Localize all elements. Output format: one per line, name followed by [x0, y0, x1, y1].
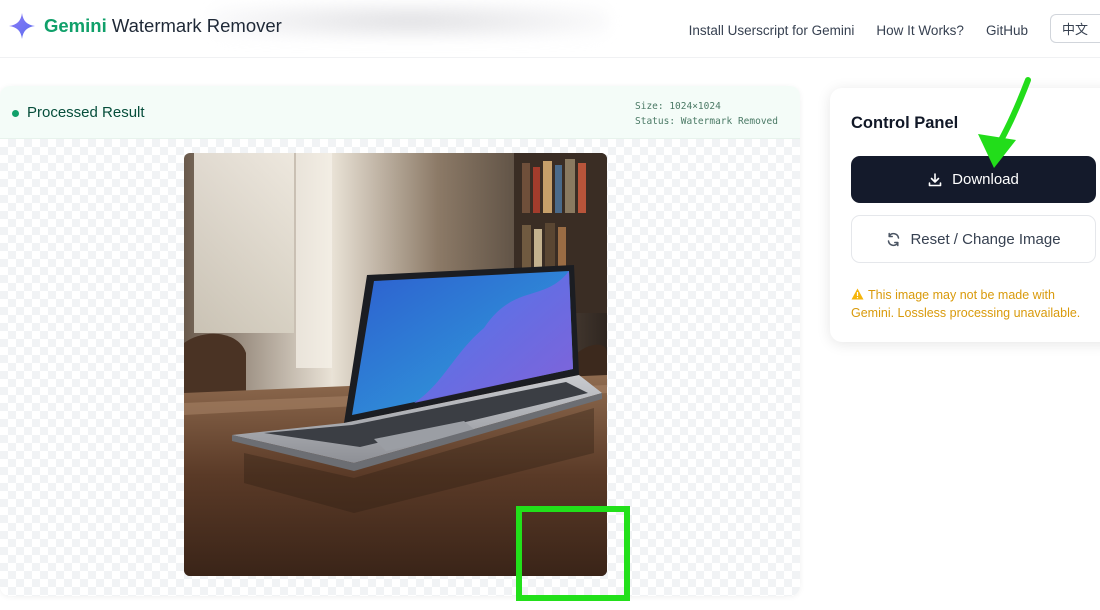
download-label: Download — [952, 171, 1019, 188]
image-size: Size: 1024×1024 — [635, 101, 721, 112]
language-toggle-button[interactable]: 中文 — [1049, 14, 1100, 43]
top-header: Gemini Watermark Remover Install Userscr… — [0, 0, 1100, 58]
reset-change-image-button[interactable]: Reset / Change Image — [851, 215, 1096, 263]
app-title-accent: Gemini — [44, 15, 107, 36]
watermark-highlight-box — [516, 506, 630, 601]
refresh-icon — [888, 232, 900, 246]
status-dot-icon — [12, 110, 19, 117]
gemini-sparkle-icon — [9, 13, 35, 39]
app-title-rest: Watermark Remover — [106, 15, 282, 36]
nav-install-userscript[interactable]: Install Userscript for Gemini — [689, 23, 855, 38]
warning-icon — [851, 288, 864, 300]
warning-message: This image may not be made with Gemini. … — [851, 286, 1091, 322]
image-meta: Size: 1024×1024 Status: Watermark Remove… — [635, 99, 778, 129]
top-nav: Install Userscript for Gemini How It Wor… — [689, 14, 1100, 43]
result-header: Processed Result Size: 1024×1024 Status:… — [0, 86, 800, 139]
app-title: Gemini Watermark Remover — [44, 15, 282, 37]
annotation-arrow-icon — [978, 77, 1031, 168]
control-panel: Control Panel Download Reset / Change Im… — [830, 88, 1100, 342]
result-title: Processed Result — [27, 104, 145, 121]
download-icon — [928, 172, 942, 186]
nav-github[interactable]: GitHub — [986, 23, 1028, 38]
nav-how-it-works[interactable]: How It Works? — [876, 23, 964, 38]
logo[interactable]: Gemini Watermark Remover — [8, 12, 282, 40]
warning-text: This image may not be made with Gemini. … — [851, 288, 1081, 320]
image-status: Status: Watermark Removed — [635, 116, 778, 127]
control-panel-title: Control Panel — [851, 114, 959, 132]
reset-label: Reset / Change Image — [910, 230, 1061, 248]
